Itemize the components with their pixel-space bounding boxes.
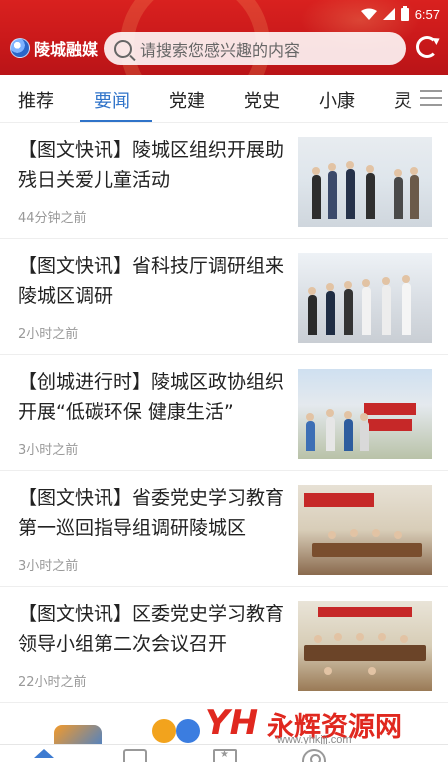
news-thumbnail: [298, 485, 432, 575]
app-shortcut-icon[interactable]: [152, 719, 176, 743]
news-time: 2小时之前: [18, 327, 79, 342]
category-tabs: 推荐 要闻 党建 党史 小康 灵: [0, 75, 448, 123]
status-bar: 6:57: [0, 0, 448, 28]
tab-xiaokang[interactable]: 小康: [319, 87, 355, 113]
home-icon[interactable]: [32, 749, 56, 762]
app-shortcut-icon[interactable]: [54, 725, 102, 745]
news-thumbnail: [298, 253, 432, 343]
tab-party-building[interactable]: 党建: [169, 87, 205, 113]
star-icon[interactable]: [213, 749, 237, 762]
news-time: 3小时之前: [18, 559, 79, 574]
tab-headlines[interactable]: 要闻: [94, 87, 130, 113]
news-thumbnail: [298, 137, 432, 227]
news-item[interactable]: 【创城进行时】陵城区政协组织开展“低碳环保 健康生活” 3小时之前: [0, 355, 448, 471]
news-title: 【图文快讯】省委党史学习教育第一巡回指导组调研陵城区: [18, 487, 285, 539]
news-time: 3小时之前: [18, 443, 79, 458]
news-time: 44分钟之前: [18, 211, 87, 226]
news-thumbnail: [298, 601, 432, 691]
news-item[interactable]: 【图文快讯】区委党史学习教育领导小组第二次会议召开 22小时之前: [0, 587, 448, 703]
news-item[interactable]: 【图文快讯】省科技厅调研组来陵城区调研 2小时之前: [0, 239, 448, 355]
news-thumbnail: [298, 369, 432, 459]
news-title: 【图文快讯】省科技厅调研组来陵城区调研: [18, 255, 285, 307]
news-time: 22小时之前: [18, 675, 87, 690]
user-icon[interactable]: [302, 749, 326, 762]
news-item[interactable]: 【图文快讯】陵城区组织开展助残日关爱儿童活动 44分钟之前: [0, 123, 448, 239]
menu-icon[interactable]: [420, 90, 442, 106]
search-input[interactable]: 请搜索您感兴趣的内容: [104, 32, 406, 65]
active-tab-indicator: [80, 120, 152, 122]
search-icon: [114, 39, 132, 58]
news-title: 【图文快讯】区委党史学习教育领导小组第二次会议召开: [18, 603, 285, 655]
wifi-icon: [360, 8, 377, 20]
bottom-navigation: [0, 744, 448, 762]
logo-icon: [10, 38, 30, 58]
refresh-icon[interactable]: [416, 36, 438, 58]
box-icon[interactable]: [123, 749, 147, 762]
watermark: YH 永辉资源网 www.yhkjjj.com: [205, 703, 425, 746]
search-placeholder: 请搜索您感兴趣的内容: [140, 40, 301, 60]
news-title: 【创城进行时】陵城区政协组织开展“低碳环保 健康生活”: [18, 371, 285, 423]
tab-recommend[interactable]: 推荐: [18, 87, 54, 113]
status-time: 6:57: [414, 6, 440, 22]
app-shortcut-icon[interactable]: [176, 719, 200, 743]
app-logo[interactable]: 陵城融媒: [10, 36, 98, 60]
signal-icon: [382, 8, 395, 20]
tab-party-history[interactable]: 党史: [244, 87, 280, 113]
watermark-logo: YH: [205, 703, 259, 743]
app-name: 陵城融媒: [34, 40, 99, 59]
battery-icon: [400, 5, 409, 21]
app-header: 6:57 陵城融媒 请搜索您感兴趣的内容: [0, 0, 448, 75]
news-item[interactable]: 【图文快讯】省委党史学习教育第一巡回指导组调研陵城区 3小时之前: [0, 471, 448, 587]
news-title: 【图文快讯】陵城区组织开展助残日关爱儿童活动: [18, 139, 285, 191]
status-icons: 6:57: [360, 5, 440, 23]
